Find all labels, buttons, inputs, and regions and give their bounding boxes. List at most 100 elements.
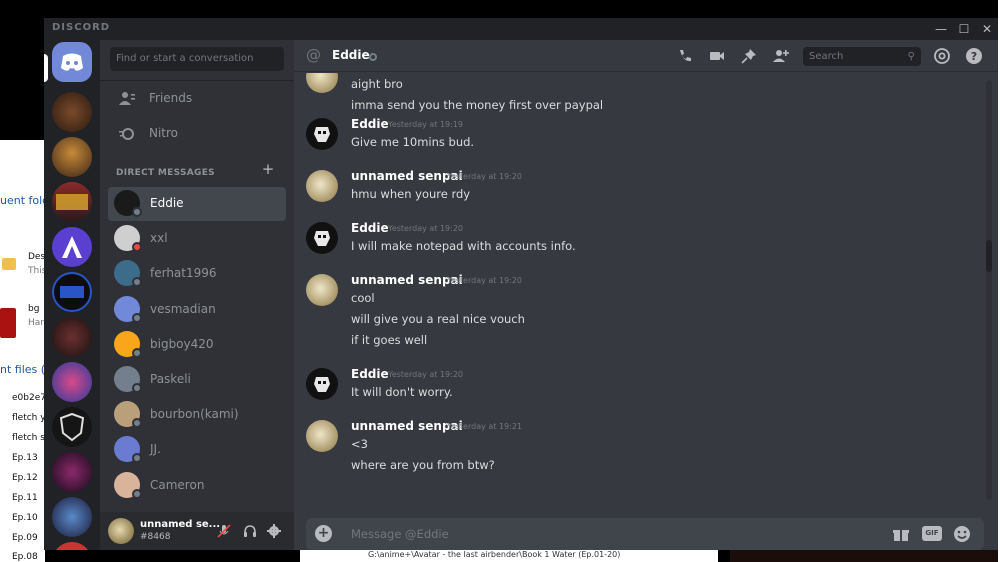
message-text: hmu when youre rdy — [351, 187, 471, 201]
call-icon[interactable] — [676, 47, 694, 65]
explorer-row: fletch s — [12, 433, 45, 443]
close-button[interactable]: ✕ — [976, 20, 998, 38]
explorer-row: Har — [28, 318, 44, 328]
mute-microphone-icon[interactable] — [216, 523, 232, 539]
nitro-nav-item[interactable]: Nitro — [108, 118, 286, 150]
message-author[interactable]: Eddie — [351, 117, 389, 131]
server-icon[interactable] — [52, 272, 92, 312]
nitro-icon — [119, 128, 134, 140]
explorer-row-label: uent fold — [0, 194, 50, 207]
dm-item[interactable]: bigboy420 — [108, 328, 286, 362]
at-sign-icon: @ — [306, 46, 321, 64]
server-icon[interactable] — [52, 407, 92, 447]
message-input[interactable]: Message @Eddie — [351, 527, 449, 541]
offline-status-icon — [132, 418, 142, 429]
home-button[interactable] — [52, 42, 92, 82]
friends-label: Friends — [149, 91, 193, 105]
message-text: Give me 10mins bud. — [351, 135, 475, 149]
server-icon[interactable] — [52, 317, 92, 357]
upload-plus-icon[interactable]: + — [315, 525, 332, 542]
thumbnail-icon — [0, 308, 16, 338]
message-author[interactable]: unnamed senpai — [351, 169, 463, 183]
explorer-row: nt files ( — [0, 363, 46, 376]
explorer-row: Ep.12 — [12, 473, 38, 483]
letter-a-logo-icon — [62, 236, 82, 258]
message-timestamp: Yesterday at 19:20 — [388, 224, 464, 233]
avatar[interactable] — [306, 118, 338, 150]
dm-item[interactable]: Cameron — [108, 469, 286, 503]
message-author[interactable]: Eddie — [351, 221, 389, 235]
dm-item[interactable]: Paskeli — [108, 363, 286, 397]
server-icon[interactable] — [52, 137, 92, 177]
avatar[interactable] — [306, 73, 338, 93]
friends-nav-item[interactable]: Friends — [108, 83, 286, 115]
dm-item[interactable]: xxl — [108, 222, 286, 256]
help-icon[interactable]: ? — [965, 47, 983, 65]
message-author[interactable]: unnamed senpai — [351, 419, 463, 433]
offline-status-icon — [132, 383, 142, 393]
add-member-icon[interactable] — [772, 47, 790, 65]
avatar[interactable] — [306, 368, 338, 400]
dm-item[interactable]: Eddie — [108, 187, 286, 221]
emoji-icon[interactable] — [953, 525, 973, 543]
dm-name: xxl — [150, 231, 168, 246]
minimize-button[interactable]: — — [930, 20, 952, 38]
message-author[interactable]: Eddie — [351, 367, 389, 381]
settings-gear-icon[interactable] — [266, 523, 282, 539]
dm-item[interactable]: ferhat1996 — [108, 257, 286, 291]
dm-name: Cameron — [150, 477, 205, 492]
gift-icon[interactable] — [892, 525, 912, 543]
message-text: cool — [351, 291, 375, 305]
offline-status-icon — [132, 347, 142, 358]
explorer-row: fletch y — [12, 413, 46, 423]
offline-status-icon — [369, 53, 377, 61]
server-list — [44, 40, 100, 550]
username: unnamed se... — [140, 519, 221, 530]
scrollbar-thumb[interactable] — [986, 240, 992, 272]
explorer-row: uent fold — [0, 194, 49, 207]
server-icon[interactable] — [52, 182, 92, 222]
dm-item[interactable]: bourbon(kami) — [108, 398, 286, 432]
server-icon[interactable] — [52, 362, 92, 402]
mention-icon[interactable] — [933, 47, 951, 65]
message-list: aight bro imma send you the money first o… — [294, 73, 998, 508]
avatar[interactable] — [306, 274, 338, 306]
server-icon[interactable] — [52, 227, 92, 267]
message-author[interactable]: unnamed senpai — [351, 273, 463, 287]
friends-icon — [119, 92, 135, 105]
channel-name: Eddie — [332, 48, 370, 62]
message-text: I will make notepad with accounts info. — [351, 239, 576, 253]
create-dm-button[interactable]: + — [258, 160, 278, 178]
message-text: aight bro — [351, 77, 403, 91]
avatar[interactable] — [108, 518, 134, 544]
shield-logo-icon — [59, 412, 85, 442]
server-icon[interactable] — [52, 452, 92, 492]
find-conversation-input[interactable]: Find or start a conversation — [110, 47, 284, 71]
message-text: will give you a real nice vouch — [351, 312, 525, 326]
avatar[interactable] — [306, 420, 338, 452]
message-timestamp: Yesterday at 19:20 — [447, 276, 523, 285]
screen: uent fold Des This bg Har nt files ( e0b… — [0, 0, 1000, 562]
avatar[interactable] — [306, 170, 338, 202]
server-icon[interactable] — [52, 497, 92, 537]
headphones-icon[interactable] — [242, 523, 258, 539]
explorer-row: Ep.11 — [12, 493, 38, 503]
dm-item[interactable]: JJ. — [108, 433, 286, 467]
explorer-row: Ep.09 — [12, 533, 38, 543]
avatar[interactable] — [306, 222, 338, 254]
explorer-row: e0b2e7 — [12, 393, 46, 403]
message-timestamp: Yesterday at 19:21 — [447, 422, 523, 431]
oprs-logo-icon — [60, 286, 84, 298]
scrollbar-track[interactable] — [986, 80, 992, 500]
server-icon[interactable] — [52, 92, 92, 132]
server-icon[interactable] — [52, 542, 92, 550]
explorer-row: Ep.13 — [12, 453, 38, 463]
dm-item[interactable]: vesmadian — [108, 293, 286, 327]
gif-button[interactable]: GIF — [922, 526, 942, 541]
dm-sidebar: Find or start a conversation Friends Nit… — [100, 40, 294, 550]
maximize-button[interactable]: ☐ — [953, 20, 975, 38]
pin-icon[interactable] — [740, 47, 758, 65]
divider — [100, 80, 294, 81]
search-input[interactable]: Search ⚲ — [803, 47, 921, 66]
video-icon[interactable] — [708, 47, 726, 65]
